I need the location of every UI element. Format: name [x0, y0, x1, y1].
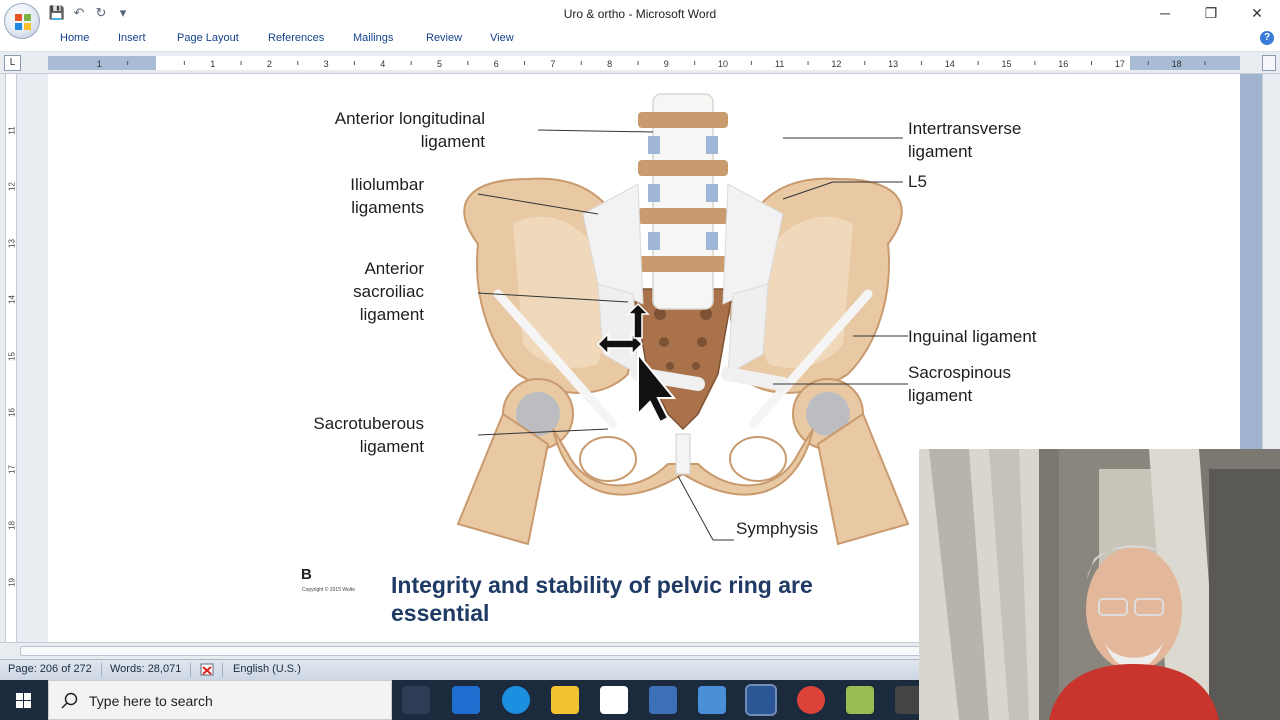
language-indicator[interactable]: English (U.S.)	[233, 663, 301, 675]
ruler-number: 4	[380, 59, 385, 69]
windows-logo-icon	[16, 693, 31, 708]
label-text: Anterior sacroiliac ligament	[353, 259, 424, 324]
tab-selector-button[interactable]: L	[4, 55, 21, 71]
label-text: Intertransverse ligament	[908, 119, 1022, 161]
search-placeholder: Type here to search	[89, 693, 213, 709]
restore-button[interactable]: ❐	[1188, 0, 1234, 28]
v-ruler-number: 17	[7, 465, 17, 474]
v-ruler-number: 15	[7, 352, 17, 361]
v-ruler-number: 11	[7, 126, 17, 135]
tab-home[interactable]: Home	[60, 32, 89, 44]
ruler-number: 18	[1172, 59, 1182, 69]
pinned-app-icon[interactable]	[846, 686, 874, 714]
label-iliolumbar-ligaments: Iliolumbar ligaments	[294, 173, 424, 219]
ruler-number: 1	[210, 59, 215, 69]
status-divider	[222, 663, 223, 677]
office-logo-icon	[15, 14, 31, 30]
label-sacrotuberous-ligament: Sacrotuberous ligament	[274, 412, 424, 458]
task-view-icon[interactable]	[402, 686, 430, 714]
webcam-video-feed	[919, 449, 1280, 720]
ruler-number: 3	[324, 59, 329, 69]
status-divider	[101, 663, 102, 677]
ribbon-tabs: Home Insert Page Layout References Maili…	[0, 28, 1280, 52]
ruler-number: 2	[267, 59, 272, 69]
label-inguinal-ligament: Inguinal ligament	[908, 327, 1037, 346]
vertical-ruler-bar: 11 12 13 14 15 16 17 18 19	[0, 74, 48, 642]
proofing-error-icon[interactable]	[200, 663, 216, 677]
label-text: Iliolumbar ligaments	[350, 175, 424, 217]
view-ruler-button[interactable]	[1262, 55, 1276, 71]
v-ruler-number: 13	[7, 239, 17, 248]
ruler-number: 15	[1001, 59, 1011, 69]
v-ruler-number: 14	[7, 295, 17, 304]
status-divider	[190, 663, 191, 677]
taskbar-search-box[interactable]: Type here to search	[48, 680, 392, 720]
chrome-browser-icon[interactable]	[797, 686, 825, 714]
label-text: Anterior longitudinal ligament	[334, 109, 485, 151]
figure-panel-letter: B	[301, 566, 312, 583]
tab-review[interactable]: Review	[426, 32, 462, 44]
label-anterior-sacroiliac-ligament: Anterior sacroiliac ligament	[294, 257, 424, 326]
page-count[interactable]: Page: 206 of 272	[8, 663, 92, 675]
ruler-number: 16	[1058, 59, 1068, 69]
window-title: Uro & ortho - Microsoft Word	[563, 7, 717, 21]
mail-icon[interactable]	[698, 686, 726, 714]
ruler-number: 6	[494, 59, 499, 69]
minimize-button[interactable]: ─	[1142, 0, 1188, 28]
v-ruler-number: 16	[7, 408, 17, 417]
label-anterior-longitudinal-ligament: Anterior longitudinal ligament	[278, 107, 485, 153]
ruler-number: 10	[718, 59, 728, 69]
label-l5: L5	[908, 172, 927, 191]
horizontal-ruler-bar: L 1 1 2 3 4 5 6 7 8 9 10 11 12 13 14 15 16 17 18	[0, 52, 1280, 74]
ruler-number: 17	[1115, 59, 1125, 69]
label-symphysis: Symphysis	[736, 519, 819, 538]
help-icon[interactable]: ?	[1260, 31, 1274, 45]
label-intertransverse-ligament: Intertransverse ligament	[908, 117, 1068, 163]
ruler-number: 11	[775, 59, 784, 69]
label-text: Sacrospinous ligament	[908, 363, 1012, 405]
pelvis-illustration	[456, 93, 910, 546]
edge-browser-icon[interactable]	[502, 686, 530, 714]
title-bar: 💾 ↶ ↻ ▾ Uro & ortho - Microsoft Word ─ ❐…	[0, 0, 1280, 39]
ruler-number: 13	[888, 59, 898, 69]
tab-page-layout[interactable]: Page Layout	[177, 32, 239, 44]
tab-view[interactable]: View	[490, 32, 514, 44]
file-explorer-icon[interactable]	[551, 686, 579, 714]
word-count[interactable]: Words: 28,071	[110, 663, 181, 675]
window-controls: ─ ❐ ✕	[1142, 0, 1280, 28]
ruler-number: 12	[831, 59, 841, 69]
horizontal-ruler[interactable]: 1 1 2 3 4 5 6 7 8 9 10 11 12 13 14 15 16 17 18	[48, 56, 1240, 70]
start-button[interactable]	[0, 680, 48, 720]
figure-copyright: Copyright © 2015 Wolte	[302, 587, 356, 593]
webcam-overlay	[919, 449, 1280, 720]
office-button[interactable]	[4, 3, 40, 39]
ruler-number: 14	[945, 59, 955, 69]
figure-caption: Integrity and stability of pelvic ring a…	[391, 572, 813, 626]
tab-references[interactable]: References	[268, 32, 324, 44]
vertical-ruler[interactable]: 11 12 13 14 15 16 17 18 19	[5, 74, 17, 642]
tab-insert[interactable]: Insert	[118, 32, 146, 44]
v-ruler-number: 18	[7, 521, 17, 530]
close-button[interactable]: ✕	[1234, 0, 1280, 28]
ruler-number: 5	[437, 59, 442, 69]
amazon-icon[interactable]	[600, 686, 628, 714]
word-app-icon[interactable]	[745, 684, 777, 716]
store-icon[interactable]	[649, 686, 677, 714]
ruler-number: 1	[97, 59, 102, 69]
tab-mailings[interactable]: Mailings	[353, 32, 393, 44]
v-ruler-number: 19	[7, 578, 17, 587]
label-sacrospinous-ligament: Sacrospinous ligament	[908, 361, 1048, 407]
v-ruler-number: 12	[7, 182, 17, 191]
ruler-ticks: 1 1 2 3 4 5 6 7 8 9 10 11 12 13 14 15 16 17 18	[97, 59, 1206, 69]
pinned-app-icon[interactable]	[452, 686, 480, 714]
label-text: Sacrotuberous ligament	[313, 414, 424, 456]
ruler-number: 8	[607, 59, 612, 69]
ruler-number: 9	[664, 59, 669, 69]
search-icon	[61, 692, 78, 709]
ruler-number: 7	[550, 59, 555, 69]
